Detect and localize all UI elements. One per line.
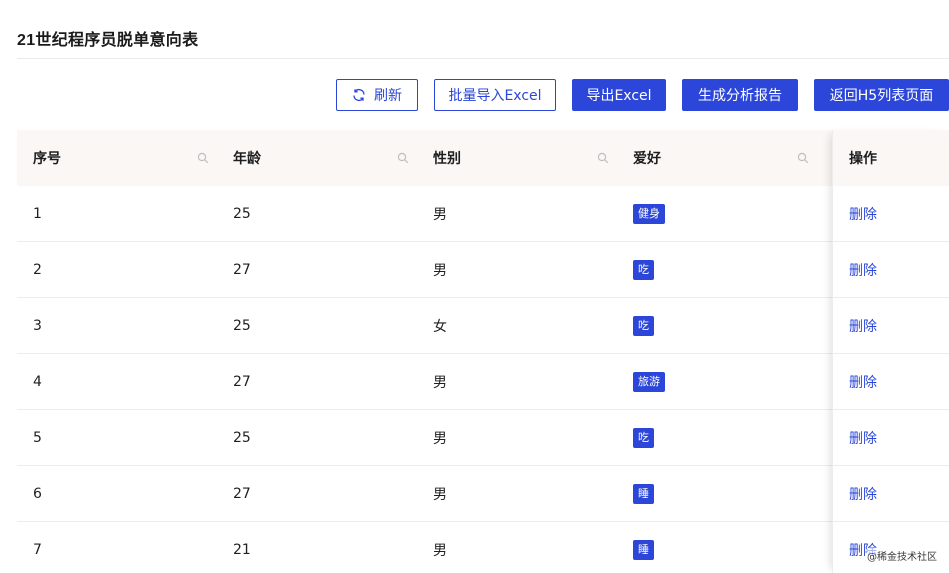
cell-age: 21 <box>233 542 251 558</box>
delete-link[interactable]: 删除 <box>849 204 877 224</box>
cell-index: 7 <box>33 542 42 558</box>
column-header-gender[interactable]: 性别 <box>433 130 461 186</box>
action-cell: 删除 <box>833 466 949 522</box>
cell-age: 25 <box>233 206 251 222</box>
cell-hobby: 旅游 <box>633 354 665 410</box>
table-row: 427男旅游高 <box>17 354 949 410</box>
hobby-tag: 吃 <box>633 316 654 336</box>
cell-hobby: 吃 <box>633 410 654 466</box>
table-row: 525男吃极 <box>17 410 949 466</box>
cell-index: 2 <box>33 262 42 278</box>
hobby-tag: 吃 <box>633 428 654 448</box>
action-cell: 删除 <box>833 354 949 410</box>
table-row: 125男健身极 <box>17 186 949 242</box>
delete-link[interactable]: 删除 <box>849 260 877 280</box>
cell-hobby: 吃 <box>633 242 654 298</box>
cell-age: 27 <box>233 262 251 278</box>
analysis-report-button[interactable]: 生成分析报告 <box>682 79 798 111</box>
cell-index: 6 <box>33 486 42 502</box>
title-divider <box>17 58 949 59</box>
cell-index: 3 <box>33 318 42 334</box>
cell-index: 4 <box>33 374 42 390</box>
search-icon[interactable] <box>397 151 411 165</box>
watermark: @稀金技术社区 <box>867 548 937 563</box>
delete-link[interactable]: 删除 <box>849 428 877 448</box>
hobby-tag: 旅游 <box>633 372 665 392</box>
action-cell: 删除 <box>833 186 949 242</box>
cell-gender: 男 <box>433 263 447 279</box>
column-header-age[interactable]: 年龄 <box>233 130 261 186</box>
column-header-hobby[interactable]: 爱好 <box>633 130 661 186</box>
cell-gender: 男 <box>433 207 447 223</box>
table-row: 227男吃高 <box>17 242 949 298</box>
import-excel-button[interactable]: 批量导入Excel <box>434 79 556 111</box>
delete-link[interactable]: 删除 <box>849 484 877 504</box>
cell-age: 27 <box>233 374 251 390</box>
column-header-index[interactable]: 序号 <box>33 130 61 186</box>
cell-age: 27 <box>233 486 251 502</box>
cell-gender: 男 <box>433 543 447 559</box>
back-h5-list-button[interactable]: 返回H5列表页面 <box>814 79 949 111</box>
cell-gender: 女 <box>433 319 447 335</box>
cell-gender: 男 <box>433 487 447 503</box>
cell-hobby: 睡 <box>633 466 654 522</box>
cell-index: 5 <box>33 430 42 446</box>
cell-hobby: 健身 <box>633 186 665 242</box>
hobby-tag: 睡 <box>633 540 654 560</box>
refresh-icon <box>352 88 366 102</box>
cell-hobby: 睡 <box>633 522 654 573</box>
table-row: 627男睡高 <box>17 466 949 522</box>
column-header-action: 操作 <box>833 130 949 186</box>
cell-gender: 男 <box>433 431 447 447</box>
cell-age: 25 <box>233 430 251 446</box>
action-cell: 删除 <box>833 298 949 354</box>
refresh-button[interactable]: 刷新 <box>336 79 418 111</box>
refresh-button-label: 刷新 <box>374 88 402 104</box>
page-title: 21世纪程序员脱单意向表 <box>17 32 199 49</box>
table-header: 序号 年龄 性别 爱好 脱单 <box>17 130 949 186</box>
hobby-tag: 吃 <box>633 260 654 280</box>
cell-index: 1 <box>33 206 42 222</box>
action-cell: 删除 <box>833 242 949 298</box>
action-cell: 删除 <box>833 410 949 466</box>
hobby-tag: 健身 <box>633 204 665 224</box>
table-row: 325女吃单 <box>17 298 949 354</box>
hobby-tag: 睡 <box>633 484 654 504</box>
delete-link[interactable]: 删除 <box>849 372 877 392</box>
cell-hobby: 吃 <box>633 298 654 354</box>
search-icon[interactable] <box>197 151 211 165</box>
search-icon[interactable] <box>797 151 811 165</box>
fixed-action-column: 操作 删除 删除 删除 删除 删除 删除 删除 <box>832 130 949 573</box>
table-row: 721男睡单 <box>17 522 949 573</box>
export-excel-button[interactable]: 导出Excel <box>572 79 666 111</box>
cell-gender: 男 <box>433 375 447 391</box>
cell-age: 25 <box>233 318 251 334</box>
delete-link[interactable]: 删除 <box>849 316 877 336</box>
search-icon[interactable] <box>597 151 611 165</box>
